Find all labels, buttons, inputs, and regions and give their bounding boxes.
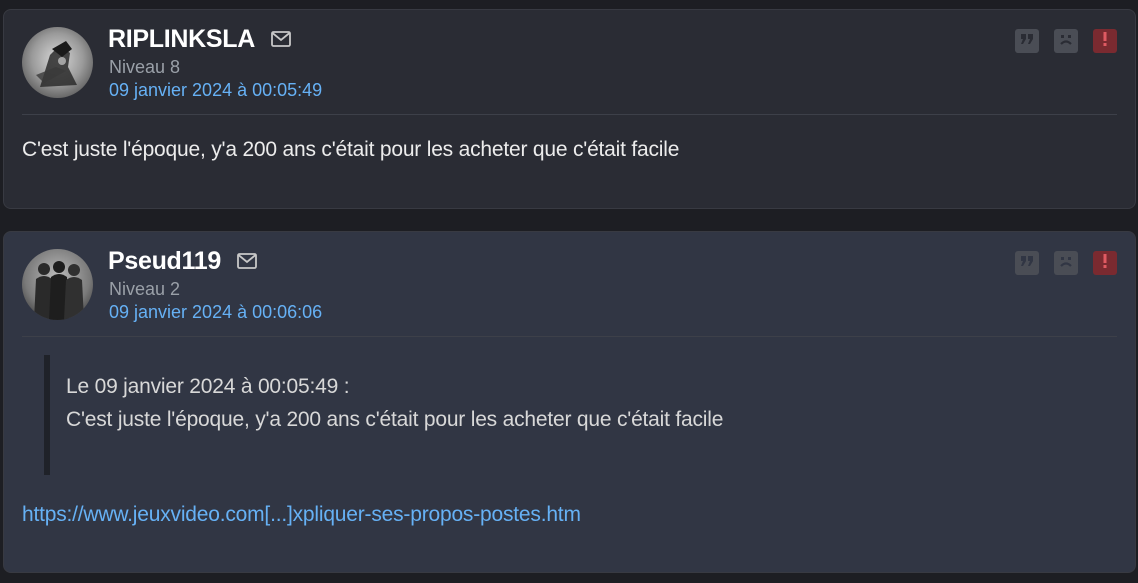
report-button[interactable] <box>1093 251 1117 275</box>
post-actions <box>1015 29 1117 53</box>
author-name[interactable]: RIPLINKSLA <box>108 25 255 54</box>
post-date[interactable]: 09 janvier 2024 à 00:06:06 <box>109 302 322 323</box>
quote-button[interactable] <box>1015 29 1039 53</box>
post-actions <box>1015 251 1117 275</box>
author: Pseud119 <box>108 247 257 276</box>
sad-button[interactable] <box>1054 29 1078 53</box>
exclamation-icon <box>1102 31 1108 52</box>
quote-icon <box>1020 254 1034 272</box>
author: RIPLINKSLA <box>108 25 291 54</box>
avatar[interactable] <box>22 249 93 320</box>
quote-header: Le 09 janvier 2024 à 00:05:49 : <box>66 375 350 398</box>
quote-block: Le 09 janvier 2024 à 00:05:49 : C'est ju… <box>44 355 1094 475</box>
divider <box>22 336 1117 337</box>
quote-text: C'est juste l'époque, y'a 200 ans c'étai… <box>66 408 724 431</box>
post-card: RIPLINKSLA Niveau 8 09 janvier 2024 à 00… <box>3 9 1136 209</box>
post-date[interactable]: 09 janvier 2024 à 00:05:49 <box>109 80 322 101</box>
mail-icon[interactable] <box>271 31 291 52</box>
author-level: Niveau 2 <box>109 279 181 299</box>
exclamation-icon <box>1102 253 1108 274</box>
sad-face-icon <box>1058 253 1074 274</box>
divider <box>22 114 1117 115</box>
author-name[interactable]: Pseud119 <box>108 247 221 276</box>
post-content: C'est juste l'époque, y'a 200 ans c'étai… <box>22 138 680 161</box>
quote-button[interactable] <box>1015 251 1039 275</box>
sad-button[interactable] <box>1054 251 1078 275</box>
author-level: Niveau 8 <box>109 57 181 77</box>
post-card: Pseud119 Niveau 2 09 janvier 2024 à 00:0… <box>3 231 1136 573</box>
post-link[interactable]: https://www.jeuxvideo.com[...]xpliquer-s… <box>22 503 581 527</box>
avatar[interactable] <box>22 27 93 98</box>
quote-icon <box>1020 32 1034 50</box>
report-button[interactable] <box>1093 29 1117 53</box>
sad-face-icon <box>1058 31 1074 52</box>
mail-icon[interactable] <box>237 253 257 274</box>
